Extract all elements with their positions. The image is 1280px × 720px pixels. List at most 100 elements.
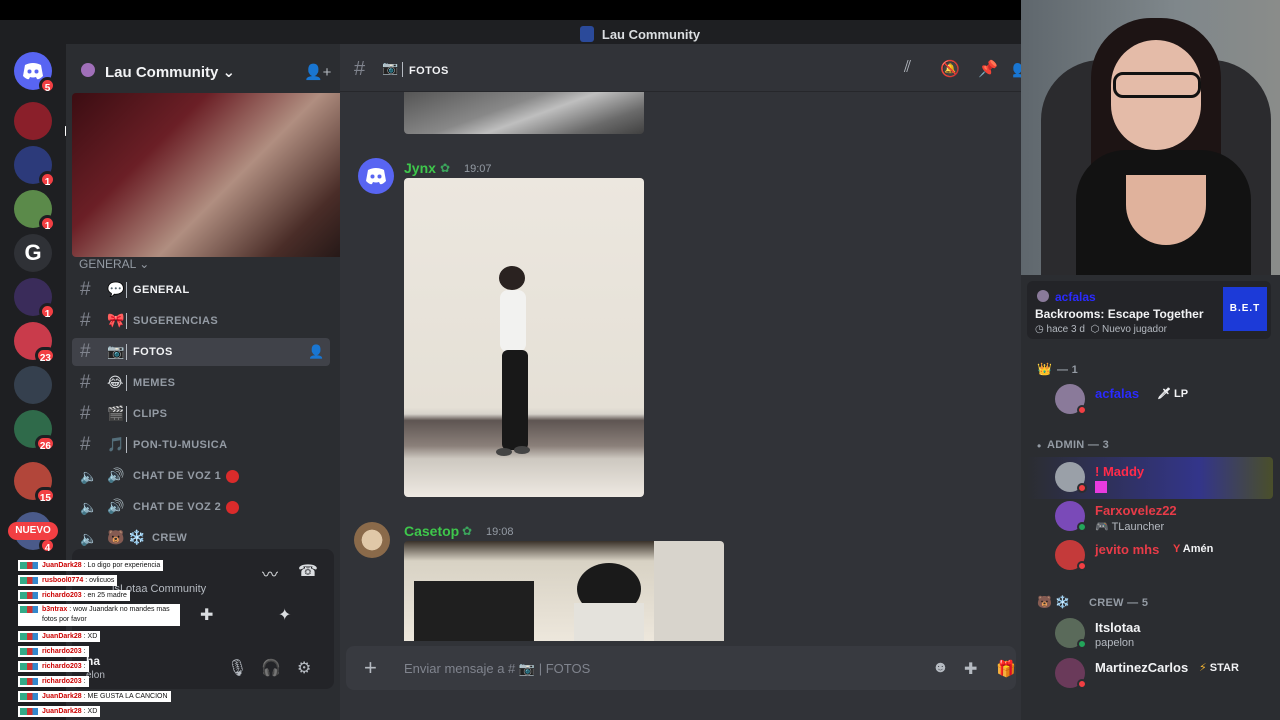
- category-label[interactable]: GENERAL ⌄: [79, 257, 149, 271]
- channel-general[interactable]: # 💬 GENERAL: [72, 276, 330, 304]
- composer-placeholder[interactable]: Enviar mensaje a # 📷 | FOTOS: [404, 661, 590, 677]
- threads-icon[interactable]: ⫽: [904, 59, 911, 77]
- user-badges: [20, 562, 38, 569]
- mute-notifications-icon[interactable]: 🔕: [940, 59, 960, 79]
- chat-user: b3ntrax: [42, 606, 68, 613]
- star-icon: ⚡: [1199, 662, 1207, 674]
- channel-sugerencias[interactable]: # 🎀 SUGERENCIAS: [72, 307, 330, 335]
- channel-emoji: 🎵: [107, 436, 125, 452]
- speaker-icon: 🔈: [80, 499, 98, 515]
- image-attachment[interactable]: [404, 92, 644, 134]
- member-item[interactable]: jevito mhs Y Amén: [1027, 535, 1273, 577]
- voice-channel-1[interactable]: 🔈 🔊 CHAT DE VOZ 1: [72, 462, 330, 490]
- mention-badge: 5: [39, 77, 56, 94]
- chat-user: JuanDark28: [42, 633, 82, 640]
- hash-icon: #: [80, 310, 91, 331]
- chat-text: :: [83, 663, 86, 670]
- member-item[interactable]: Itslotaa papelon: [1027, 613, 1273, 655]
- crew-icon: 🐻 ❄️: [1037, 595, 1071, 609]
- message-timestamp: 19:08: [486, 526, 514, 538]
- group-header: — 1: [1057, 364, 1079, 376]
- server-icon[interactable]: 1: [14, 278, 56, 320]
- gift-icon[interactable]: 🎁: [996, 659, 1016, 679]
- chat-line: richardo203 : en 25 madre: [18, 590, 130, 601]
- divider: [126, 282, 127, 298]
- member-item[interactable]: acfalas 🗡 LP: [1027, 379, 1273, 421]
- channel-emoji: 🔊: [107, 467, 125, 483]
- disconnect-icon[interactable]: ☎: [298, 561, 318, 581]
- chat-text: :: [83, 648, 86, 655]
- verified-badge-icon: ✿: [440, 161, 451, 175]
- hash-icon: #: [80, 403, 91, 424]
- member-item[interactable]: MartinezCarlos ⚡ STAR: [1027, 653, 1273, 695]
- channel-emoji: 🎀: [107, 312, 125, 328]
- server-icon[interactable]: 15: [14, 462, 56, 504]
- activity-time: hace 3 d: [1046, 324, 1085, 335]
- channel-clips[interactable]: # 🎬 CLIPS: [72, 400, 330, 428]
- chat-text: : ME GUSTA LA CANCION: [83, 693, 168, 700]
- server-icon[interactable]: 26: [14, 410, 56, 452]
- discord-home-button[interactable]: 5: [14, 52, 56, 94]
- channel-fotos[interactable]: # 📷 FOTOS 👤: [72, 338, 330, 366]
- verified-badge-icon: ✿: [462, 524, 473, 538]
- server-icon[interactable]: G: [14, 234, 52, 272]
- status-indicator: [1077, 639, 1087, 649]
- activity-avatar: [1037, 290, 1049, 302]
- photo-attachment[interactable]: [404, 541, 724, 641]
- emoji-picker-icon[interactable]: ☻: [932, 659, 949, 677]
- apps-icon[interactable]: ✚: [964, 659, 977, 679]
- voice-channel-crew[interactable]: 🔈 🐻 ❄️ CREW: [72, 524, 330, 552]
- microphone-icon[interactable]: 🎙: [227, 658, 247, 678]
- server-icon[interactable]: 1: [14, 146, 56, 188]
- channel-label: MEMES: [133, 377, 176, 389]
- message-composer[interactable]: + Enviar mensaje a # 📷 | FOTOS ☻ ✚ 🎁: [346, 646, 1016, 690]
- chat-user: richardo203: [42, 663, 82, 670]
- member-item[interactable]: ! Maddy: [1027, 457, 1273, 499]
- add-member-icon[interactable]: 👤: [308, 344, 324, 360]
- hash-icon: #: [80, 341, 91, 362]
- server-icon[interactable]: 23: [14, 322, 56, 364]
- soundboard-icon[interactable]: ✦: [278, 605, 291, 625]
- soundwave-icon[interactable]: 〰: [262, 561, 278, 585]
- chat-user: rusbool0774: [42, 577, 84, 584]
- divider: [126, 344, 127, 360]
- mention-badge: 23: [34, 347, 56, 364]
- server-icon[interactable]: 1: [14, 190, 56, 232]
- message-timestamp: 19:07: [464, 163, 492, 175]
- new-badge: NUEVO: [8, 522, 58, 540]
- mention-badge: 26: [34, 435, 56, 452]
- invite-people-icon[interactable]: 👤+: [304, 63, 331, 81]
- message-author[interactable]: Casetop: [404, 523, 459, 539]
- role-icon: [1095, 481, 1107, 493]
- photo-attachment[interactable]: [404, 178, 644, 497]
- activities-icon[interactable]: ✚: [200, 605, 213, 625]
- user-avatar[interactable]: [358, 158, 394, 194]
- chat-user: JuanDark28: [42, 708, 82, 715]
- server-icon[interactable]: [14, 102, 52, 140]
- live-dot: [226, 501, 239, 514]
- channel-pon-tu-musica[interactable]: # 🎵 PON-TU-MUSICA: [72, 431, 330, 459]
- channel-emoji: 💬: [107, 281, 125, 297]
- headphones-icon[interactable]: 🎧: [261, 658, 281, 678]
- member-list: acfalas Backrooms: Escape Together ◷ hac…: [1021, 275, 1280, 720]
- settings-gear-icon[interactable]: ⚙: [297, 658, 311, 678]
- pinned-messages-icon[interactable]: 📌: [978, 59, 998, 79]
- message-author[interactable]: Jynx: [404, 160, 436, 176]
- server-header[interactable]: Lau Community ⌄ 👤+: [66, 44, 340, 92]
- chat-user: richardo203: [42, 648, 82, 655]
- add-attachment-icon[interactable]: +: [364, 655, 377, 681]
- bullet-icon: •: [1037, 439, 1042, 453]
- divider: [126, 313, 127, 329]
- streamer-webcam: [1021, 0, 1280, 275]
- member-status: 🎮 TLauncher: [1095, 520, 1164, 533]
- channel-label: CHAT DE VOZ 1: [133, 470, 222, 482]
- user-avatar[interactable]: [354, 522, 390, 558]
- activity-card[interactable]: acfalas Backrooms: Escape Together ◷ hac…: [1027, 281, 1271, 339]
- user-status: elon: [86, 670, 105, 681]
- server-icon[interactable]: [14, 366, 52, 404]
- status-indicator: [1077, 679, 1087, 689]
- user-badges: [20, 606, 38, 613]
- member-item[interactable]: Farxovelez22 🎮 TLauncher: [1027, 496, 1273, 538]
- voice-channel-2[interactable]: 🔈 🔊 CHAT DE VOZ 2: [72, 493, 330, 521]
- channel-memes[interactable]: # 😂 MEMES: [72, 369, 330, 397]
